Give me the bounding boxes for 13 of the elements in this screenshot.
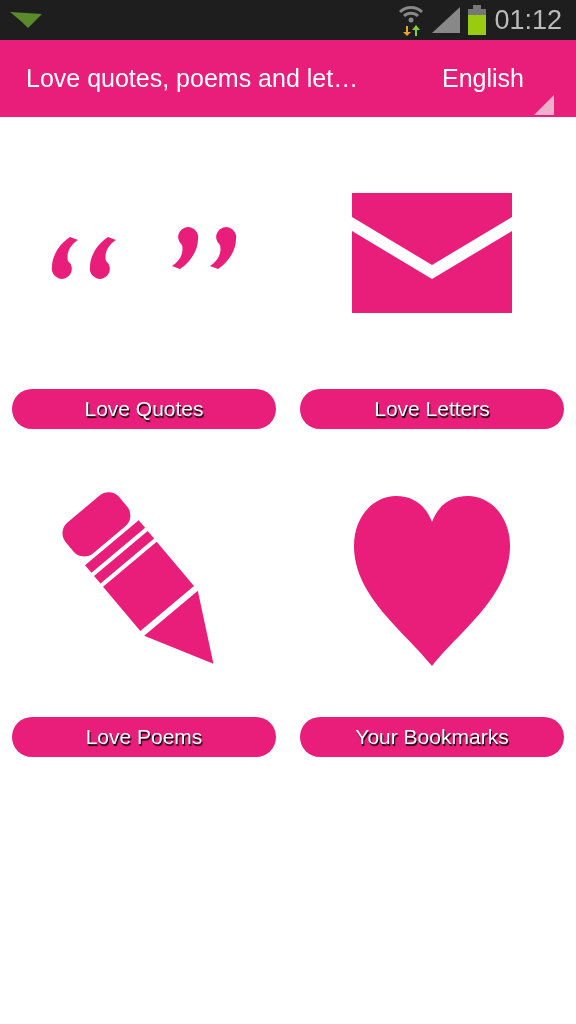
category-button[interactable]: Love Poems	[12, 717, 276, 757]
language-dropdown[interactable]: English	[442, 64, 554, 93]
category-button[interactable]: Love Quotes	[12, 389, 276, 429]
category-button[interactable]: Your Bookmarks	[300, 717, 564, 757]
signal-icon	[432, 7, 461, 33]
dropdown-corner-icon	[534, 95, 554, 115]
envelope-icon	[352, 193, 512, 313]
category-button[interactable]: Love Letters	[300, 389, 564, 429]
clock-time: 01:12	[494, 4, 562, 36]
heart-icon	[354, 496, 510, 666]
app-title: Love quotes, poems and let…	[26, 64, 360, 93]
wifi-icon	[398, 4, 425, 36]
battery-icon	[468, 5, 487, 35]
